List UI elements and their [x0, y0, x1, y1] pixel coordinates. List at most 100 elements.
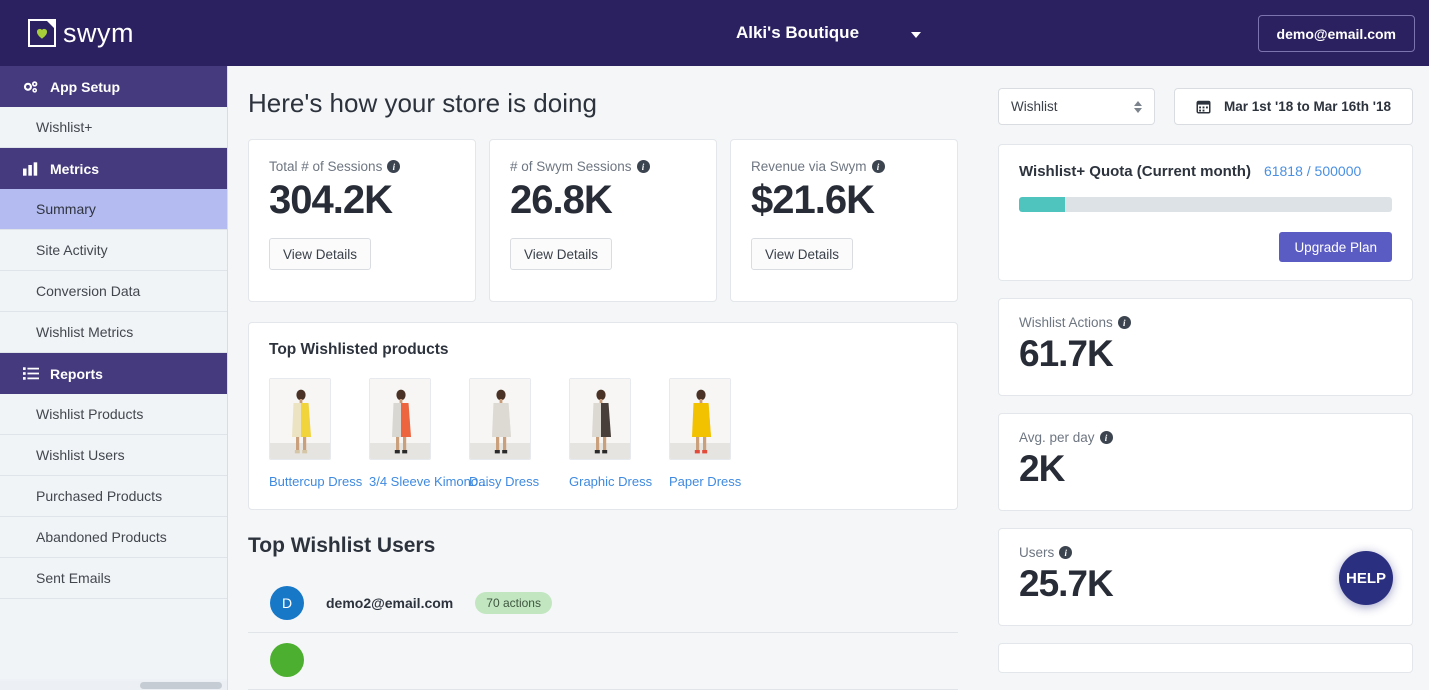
metric-card-partial: [998, 643, 1413, 673]
product-cell: Graphic Dress: [569, 378, 652, 489]
sidebar-group-label: Reports: [50, 365, 103, 382]
product-name-link[interactable]: Paper Dress: [669, 474, 749, 489]
scrollbar-thumb[interactable]: [140, 682, 222, 689]
product-cell: Buttercup Dress: [269, 378, 362, 489]
stat-card-value: 26.8K: [510, 178, 613, 222]
gears-icon: [23, 80, 39, 94]
stat-label-text: # of Swym Sessions: [510, 159, 632, 174]
stat-card-label: # of Swym Sessions i: [510, 159, 696, 174]
view-details-button[interactable]: View Details: [510, 238, 613, 270]
sidebar-item-wishlist[interactable]: Wishlist+: [0, 107, 227, 148]
spinner-arrows-icon: [1134, 100, 1142, 113]
metric-label-text: Avg. per day: [1019, 430, 1095, 445]
sidebar-item-summary[interactable]: Summary: [0, 189, 227, 230]
metric-type-select[interactable]: Wishlist: [998, 88, 1155, 125]
chevron-down-icon[interactable]: [911, 31, 922, 38]
product-thumbnail[interactable]: [369, 378, 431, 460]
stat-card-label: Revenue via Swym i: [751, 159, 937, 174]
sidebar-horizontal-scrollbar[interactable]: [0, 681, 227, 690]
sidebar-item-wishlist-users[interactable]: Wishlist Users: [0, 435, 227, 476]
quota-title: Wishlist+ Quota (Current month): [1019, 163, 1251, 180]
date-range-picker[interactable]: Mar 1st '18 to Mar 16th '18: [1174, 88, 1413, 125]
sidebar-item-abandoned-products[interactable]: Abandoned Products: [0, 517, 227, 558]
heart-icon: [36, 29, 48, 40]
sidebar-item-label: Purchased Products: [36, 488, 163, 504]
avatar: D: [270, 586, 304, 620]
upgrade-row: Upgrade Plan: [1019, 232, 1392, 262]
product-thumbnail[interactable]: [569, 378, 631, 460]
sidebar-item-label: Wishlist Metrics: [36, 324, 134, 340]
brand-logo[interactable]: swym: [0, 0, 228, 66]
metric-card-value: 25.7K: [1019, 563, 1114, 604]
upgrade-plan-button[interactable]: Upgrade Plan: [1279, 232, 1392, 262]
metric-card-value: 2K: [1019, 448, 1065, 489]
product-name-link[interactable]: Buttercup Dress: [269, 474, 362, 489]
stat-label-text: Total # of Sessions: [269, 159, 383, 174]
store-selector[interactable]: Alki's Boutique: [228, 23, 1429, 43]
metric-card-label: Wishlist Actions i: [1019, 315, 1392, 330]
quota-progress-fill: [1019, 197, 1066, 212]
metric-card: Wishlist Actions i 61.7K: [998, 298, 1413, 396]
sidebar-item-site-activity[interactable]: Site Activity: [0, 230, 227, 271]
info-icon[interactable]: i: [871, 160, 885, 173]
actions-badge: 70 actions: [475, 592, 552, 614]
help-button[interactable]: HELP: [1339, 551, 1393, 605]
product-name-link[interactable]: 3/4 Sleeve Kimono...: [369, 474, 489, 489]
metric-card: Users i 25.7K HELP: [998, 528, 1413, 626]
sidebar-item-label: Wishlist Users: [36, 447, 125, 463]
info-icon[interactable]: i: [1117, 316, 1131, 329]
sidebar-item-wishlist-metrics[interactable]: Wishlist Metrics: [0, 312, 227, 353]
stat-label-text: Revenue via Swym: [751, 159, 867, 174]
sidebar-item-label: Wishlist Products: [36, 406, 144, 422]
sidebar-group-label: Metrics: [50, 160, 100, 177]
user-row[interactable]: Ddemo2@email.com 70 actions: [248, 576, 958, 633]
list-icon: [23, 366, 39, 381]
quota-header: Wishlist+ Quota (Current month) 61818 / …: [1019, 163, 1392, 180]
sidebar-group-reports[interactable]: Reports: [0, 353, 227, 394]
sidebar: App Setup Wishlist+ Metrics Summary Site Act…: [0, 66, 228, 690]
user-row[interactable]: [248, 633, 958, 690]
metric-label-text: Users: [1019, 545, 1055, 560]
sidebar-item-purchased-products[interactable]: Purchased Products: [0, 476, 227, 517]
info-icon[interactable]: i: [387, 160, 401, 173]
bar-chart-icon: [23, 161, 39, 176]
sidebar-item-conversion-data[interactable]: Conversion Data: [0, 271, 227, 312]
sidebar-item-label: Conversion Data: [36, 283, 141, 299]
view-details-button[interactable]: View Details: [269, 238, 372, 270]
sidebar-item-wishlist-products[interactable]: Wishlist Products: [0, 394, 227, 435]
metric-card-label: Users i: [1019, 545, 1392, 560]
user-email[interactable]: demo2@email.com: [326, 595, 453, 611]
stat-card: Total # of Sessions i 304.2K View Details: [248, 139, 476, 302]
page-title: Here's how your store is doing: [248, 88, 597, 118]
product-cell: Paper Dress: [669, 378, 749, 489]
dashboard-root: swym Alki's Boutique demo@email.com App …: [0, 0, 1429, 690]
info-icon[interactable]: i: [636, 160, 650, 173]
product-thumbnail[interactable]: [269, 378, 331, 460]
quota-progress-bar: [1019, 197, 1392, 212]
top-wishlisted-products-panel: Top Wishlisted products Buttercup Dress 3…: [248, 322, 958, 510]
info-icon[interactable]: i: [1099, 431, 1113, 444]
product-name-link[interactable]: Graphic Dress: [569, 474, 652, 489]
stat-card-label: Total # of Sessions i: [269, 159, 455, 174]
product-thumbnail[interactable]: [469, 378, 531, 460]
rail-controls: Wishlist Mar 1st '18 to Mar 16th '18: [998, 88, 1413, 125]
sidebar-item-sent-emails[interactable]: Sent Emails: [0, 558, 227, 599]
metric-card: Avg. per day i 2K: [998, 413, 1413, 511]
sidebar-item-label: Abandoned Products: [36, 529, 167, 545]
swym-logo-icon: [28, 19, 56, 47]
product-list: Buttercup Dress 3/4 Sleeve Kimono... Daisy…: [269, 378, 937, 489]
quota-card: Wishlist+ Quota (Current month) 61818 / …: [998, 144, 1413, 281]
info-icon[interactable]: i: [1059, 546, 1073, 559]
metric-type-select-value: Wishlist: [1011, 99, 1058, 114]
product-name-link[interactable]: Daisy Dress: [469, 474, 549, 489]
product-thumbnail[interactable]: [669, 378, 731, 460]
logo-wordmark: swym: [63, 17, 134, 48]
sidebar-group-app-setup[interactable]: App Setup: [0, 66, 227, 107]
right-rail: Wishlist Mar 1st '18 to Mar 16th '18 Wis…: [978, 66, 1429, 690]
sidebar-group-label: App Setup: [50, 78, 120, 95]
metric-card-value: 61.7K: [1019, 333, 1114, 374]
view-details-button[interactable]: View Details: [751, 238, 854, 270]
sidebar-group-metrics[interactable]: Metrics: [0, 148, 227, 189]
avatar: [270, 643, 304, 677]
account-button[interactable]: demo@email.com: [1257, 15, 1415, 52]
